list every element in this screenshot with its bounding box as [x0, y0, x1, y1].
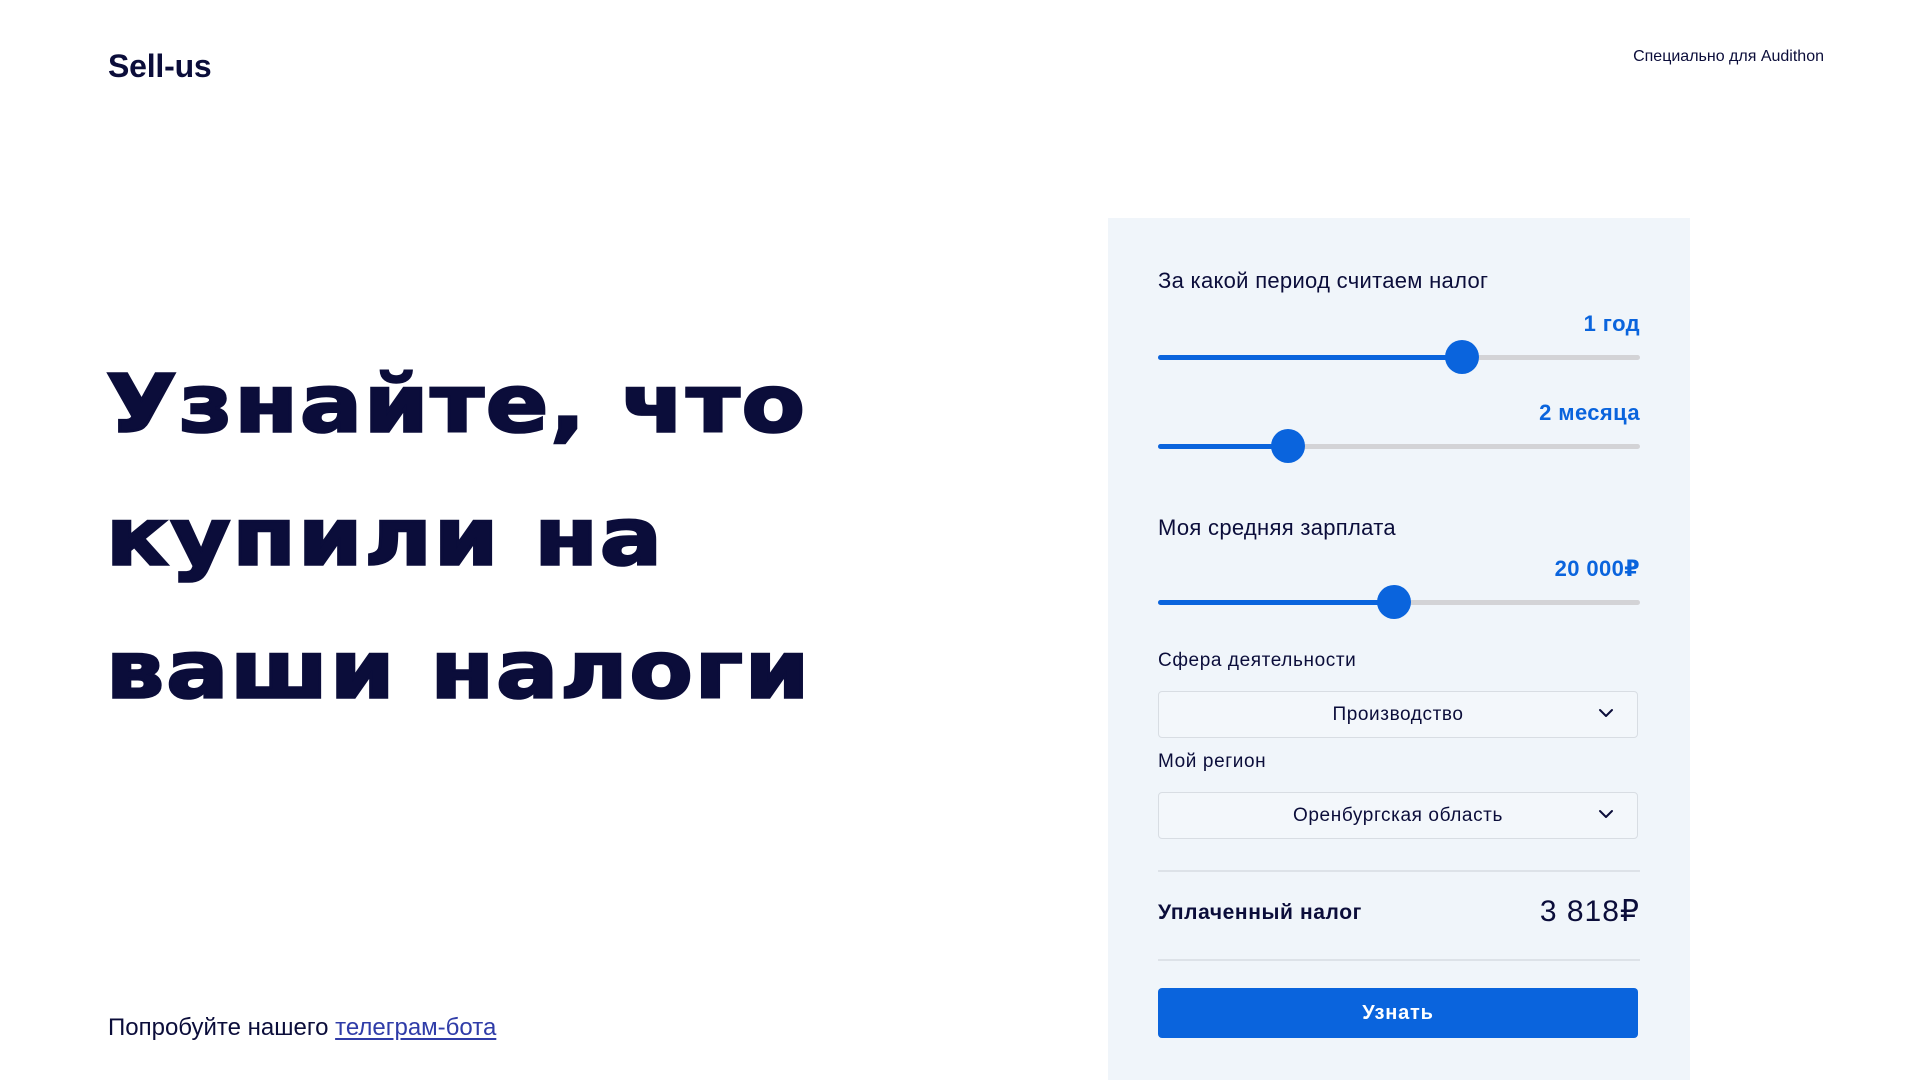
header-note: Специально для Audithon	[1633, 48, 1824, 65]
paid-tax-label: Уплаченный налог	[1158, 901, 1362, 924]
slider-fill	[1158, 600, 1395, 605]
chevron-down-icon	[1599, 810, 1613, 818]
period-years-slider[interactable]	[1158, 339, 1640, 375]
page: Sell-us Специально для Audithon Узнайте,…	[0, 0, 1920, 1080]
region-label: Мой регион	[1158, 751, 1267, 772]
chevron-down-icon	[1599, 709, 1613, 717]
hero-title-line-3: ваши налоги	[105, 623, 812, 718]
slider-fill	[1158, 355, 1462, 360]
telegram-bot-note-prefix: Попробуйте нашего	[108, 1014, 336, 1041]
region-select[interactable]: Оренбургская область	[1158, 792, 1638, 839]
slider-thumb[interactable]	[1444, 340, 1479, 374]
period-label: За какой период считаем налог	[1158, 268, 1489, 293]
hero-title-line-2: купили на	[105, 490, 664, 585]
sphere-selected-value: Производство	[1332, 704, 1464, 725]
salary-value: 20 000₽	[1554, 556, 1640, 581]
telegram-bot-link[interactable]: телеграм-бота	[335, 1014, 496, 1041]
slider-thumb[interactable]	[1271, 429, 1306, 463]
hero-title: Узнайте, что купили на ваши налоги	[105, 338, 866, 737]
paid-tax-value: 3 818₽	[1539, 895, 1640, 928]
period-months-value: 2 месяца	[1539, 400, 1640, 425]
period-months-slider[interactable]	[1158, 428, 1640, 464]
region-selected-value: Оренбургская область	[1293, 805, 1503, 826]
period-years-value: 1 год	[1583, 311, 1640, 336]
salary-label: Моя средняя зарплата	[1158, 515, 1396, 540]
logo[interactable]: Sell-us	[108, 48, 212, 85]
divider-top	[1158, 870, 1640, 872]
hero-title-line-1: Узнайте, что	[105, 357, 807, 452]
salary-slider[interactable]	[1158, 584, 1640, 620]
sphere-select[interactable]: Производство	[1158, 691, 1638, 738]
tax-calculator-panel: За какой период считаем налог 1 год 2 ме…	[1108, 218, 1690, 1080]
slider-fill	[1158, 444, 1289, 449]
divider-bottom	[1158, 959, 1640, 961]
sphere-label: Сфера деятельности	[1158, 650, 1357, 671]
telegram-bot-note: Попробуйте нашего телеграм-бота	[108, 1014, 496, 1042]
submit-button[interactable]: Узнать	[1158, 988, 1638, 1038]
slider-thumb[interactable]	[1377, 585, 1412, 619]
